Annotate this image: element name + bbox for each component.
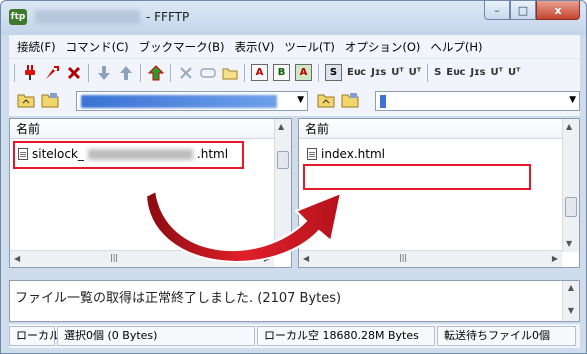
close-button[interactable]: x — [536, 1, 580, 20]
local-column-name[interactable]: 名前 — [10, 119, 274, 139]
local-parent-folder-icon[interactable] — [17, 92, 35, 108]
download-icon[interactable] — [95, 64, 112, 82]
local-open-folder-icon[interactable] — [41, 92, 59, 108]
path-toolbar: ▼ ▼ — [9, 86, 580, 116]
scroll-up-icon[interactable]: ▲ — [566, 122, 572, 131]
remote-sjis-button[interactable]: S — [434, 67, 441, 78]
kanji-jis-button[interactable]: Jɪs — [371, 67, 386, 78]
toolbar-separator — [140, 63, 141, 82]
title-host-blurred — [35, 10, 140, 24]
rename-icon[interactable] — [199, 64, 216, 82]
new-folder-icon[interactable] — [221, 64, 238, 82]
window-title: - FFFTP — [146, 10, 190, 24]
remote-utf8n-button[interactable]: Uᵀ — [491, 67, 503, 78]
toolbar-separator — [318, 63, 319, 82]
connect-icon[interactable] — [21, 64, 38, 82]
maximize-icon: □ — [517, 3, 529, 17]
local-path-blurred — [81, 95, 277, 108]
scroll-grip-icon[interactable]: ||| — [110, 253, 118, 262]
kanji-sjis-button[interactable]: S — [325, 64, 342, 81]
menu-tool[interactable]: ツール(T) — [284, 39, 335, 55]
status-bar: ローカル 選択0個 (0 Bytes) ローカル空 18680.28M Byte… — [9, 324, 580, 348]
highlight-local-file — [13, 141, 244, 169]
auto-mode-button[interactable]: A — [295, 64, 312, 81]
status-queue: 転送待ちファイル0個 — [437, 326, 576, 346]
menu-bar: 接続(F) コマンド(C) ブックマーク(B) 表示(V) ツール(T) オプシ… — [9, 35, 580, 58]
minimize-icon: – — [494, 3, 500, 17]
log-pane[interactable]: ファイル一覧の取得は正常終了しました. (2107 Bytes) ▲ ▼ — [9, 280, 580, 322]
menu-bookmark[interactable]: ブックマーク(B) — [139, 39, 225, 55]
remote-scroll-thumb[interactable] — [565, 197, 577, 217]
kanji-euc-button[interactable]: Eᴜᴄ — [347, 67, 366, 78]
scroll-left-icon[interactable]: ◀ — [14, 254, 20, 263]
toolbar-separator — [170, 63, 171, 82]
remote-file-name: index.html — [321, 147, 385, 161]
scroll-right-icon[interactable]: ▶ — [552, 254, 558, 263]
delete-icon[interactable] — [177, 64, 194, 82]
title-bar[interactable]: ftp - FFFTP – □ x — [1, 1, 586, 35]
toolbar-separator — [14, 63, 15, 82]
menu-connect[interactable]: 接続(F) — [17, 39, 56, 55]
binary-mode-button[interactable]: B — [273, 64, 290, 81]
remote-euc-button[interactable]: Eᴜᴄ — [446, 67, 465, 78]
remote-vertical-scrollbar[interactable]: ▲ ▼ — [562, 119, 579, 252]
kanji-utf8bom-button[interactable]: Uᵀ — [409, 67, 421, 78]
file-icon — [307, 148, 317, 160]
toolbar-separator — [427, 63, 429, 82]
status-local-free: ローカル空 18680.28M Bytes — [257, 326, 435, 346]
ffftp-window: ftp - FFFTP – □ x 接続(F) コマンド(C) ブックマーク(B… — [0, 0, 587, 354]
maximize-button[interactable]: □ — [510, 1, 536, 20]
status-mode: ローカル — [9, 326, 60, 346]
mirror-upload-icon[interactable] — [147, 64, 164, 82]
remote-utf8bom-button[interactable]: Uᵀ — [508, 67, 520, 78]
chevron-down-icon[interactable]: ▼ — [569, 95, 576, 105]
menu-command[interactable]: コマンド(C) — [66, 39, 129, 55]
scroll-up-icon[interactable]: ▲ — [563, 283, 579, 292]
remote-file-row[interactable]: index.html — [307, 147, 385, 161]
scroll-down-icon[interactable]: ▼ — [566, 239, 572, 248]
menu-option[interactable]: オプション(O) — [345, 39, 421, 55]
kanji-utf8n-button[interactable]: Uᵀ — [391, 67, 403, 78]
toolbar-separator — [88, 63, 89, 82]
remote-open-folder-icon[interactable] — [341, 92, 359, 108]
remote-path-combobox[interactable]: ▼ — [375, 91, 580, 111]
status-selection: 選択0個 (0 Bytes) — [57, 326, 255, 346]
scroll-down-icon[interactable]: ▼ — [563, 306, 579, 315]
remote-parent-folder-icon[interactable] — [317, 92, 335, 108]
log-message: ファイル一覧の取得は正常終了しました. (2107 Bytes) — [15, 291, 342, 306]
log-scrollbar[interactable]: ▲ ▼ — [562, 281, 579, 321]
ffftp-app-icon[interactable]: ftp — [9, 9, 27, 25]
main-toolbar: A B A S Eᴜᴄ Jɪs Uᵀ Uᵀ S Eᴜᴄ Jɪs Uᵀ Uᵀ — [9, 58, 580, 86]
disconnect-icon[interactable] — [65, 64, 82, 82]
remote-path-selection — [380, 95, 386, 108]
close-icon: x — [554, 3, 562, 17]
upload-direction-arrow-icon — [144, 189, 343, 263]
upload-icon[interactable] — [117, 64, 134, 82]
ascii-mode-button[interactable]: A — [251, 64, 268, 81]
minimize-button[interactable]: – — [484, 1, 510, 20]
remote-column-name[interactable]: 名前 — [299, 119, 562, 139]
menu-help[interactable]: ヘルプ(H) — [430, 39, 482, 55]
chevron-down-icon[interactable]: ▼ — [297, 95, 304, 105]
local-scroll-thumb[interactable] — [277, 151, 289, 169]
quick-connect-icon[interactable] — [43, 64, 60, 82]
scroll-grip-icon[interactable]: ||| — [399, 253, 407, 262]
scroll-up-icon[interactable]: ▲ — [278, 122, 284, 131]
menu-view[interactable]: 表示(V) — [234, 39, 274, 55]
toolbar-separator — [244, 63, 245, 82]
local-path-combobox[interactable]: ▼ — [76, 91, 308, 111]
remote-jis-button[interactable]: Jɪs — [470, 67, 485, 78]
